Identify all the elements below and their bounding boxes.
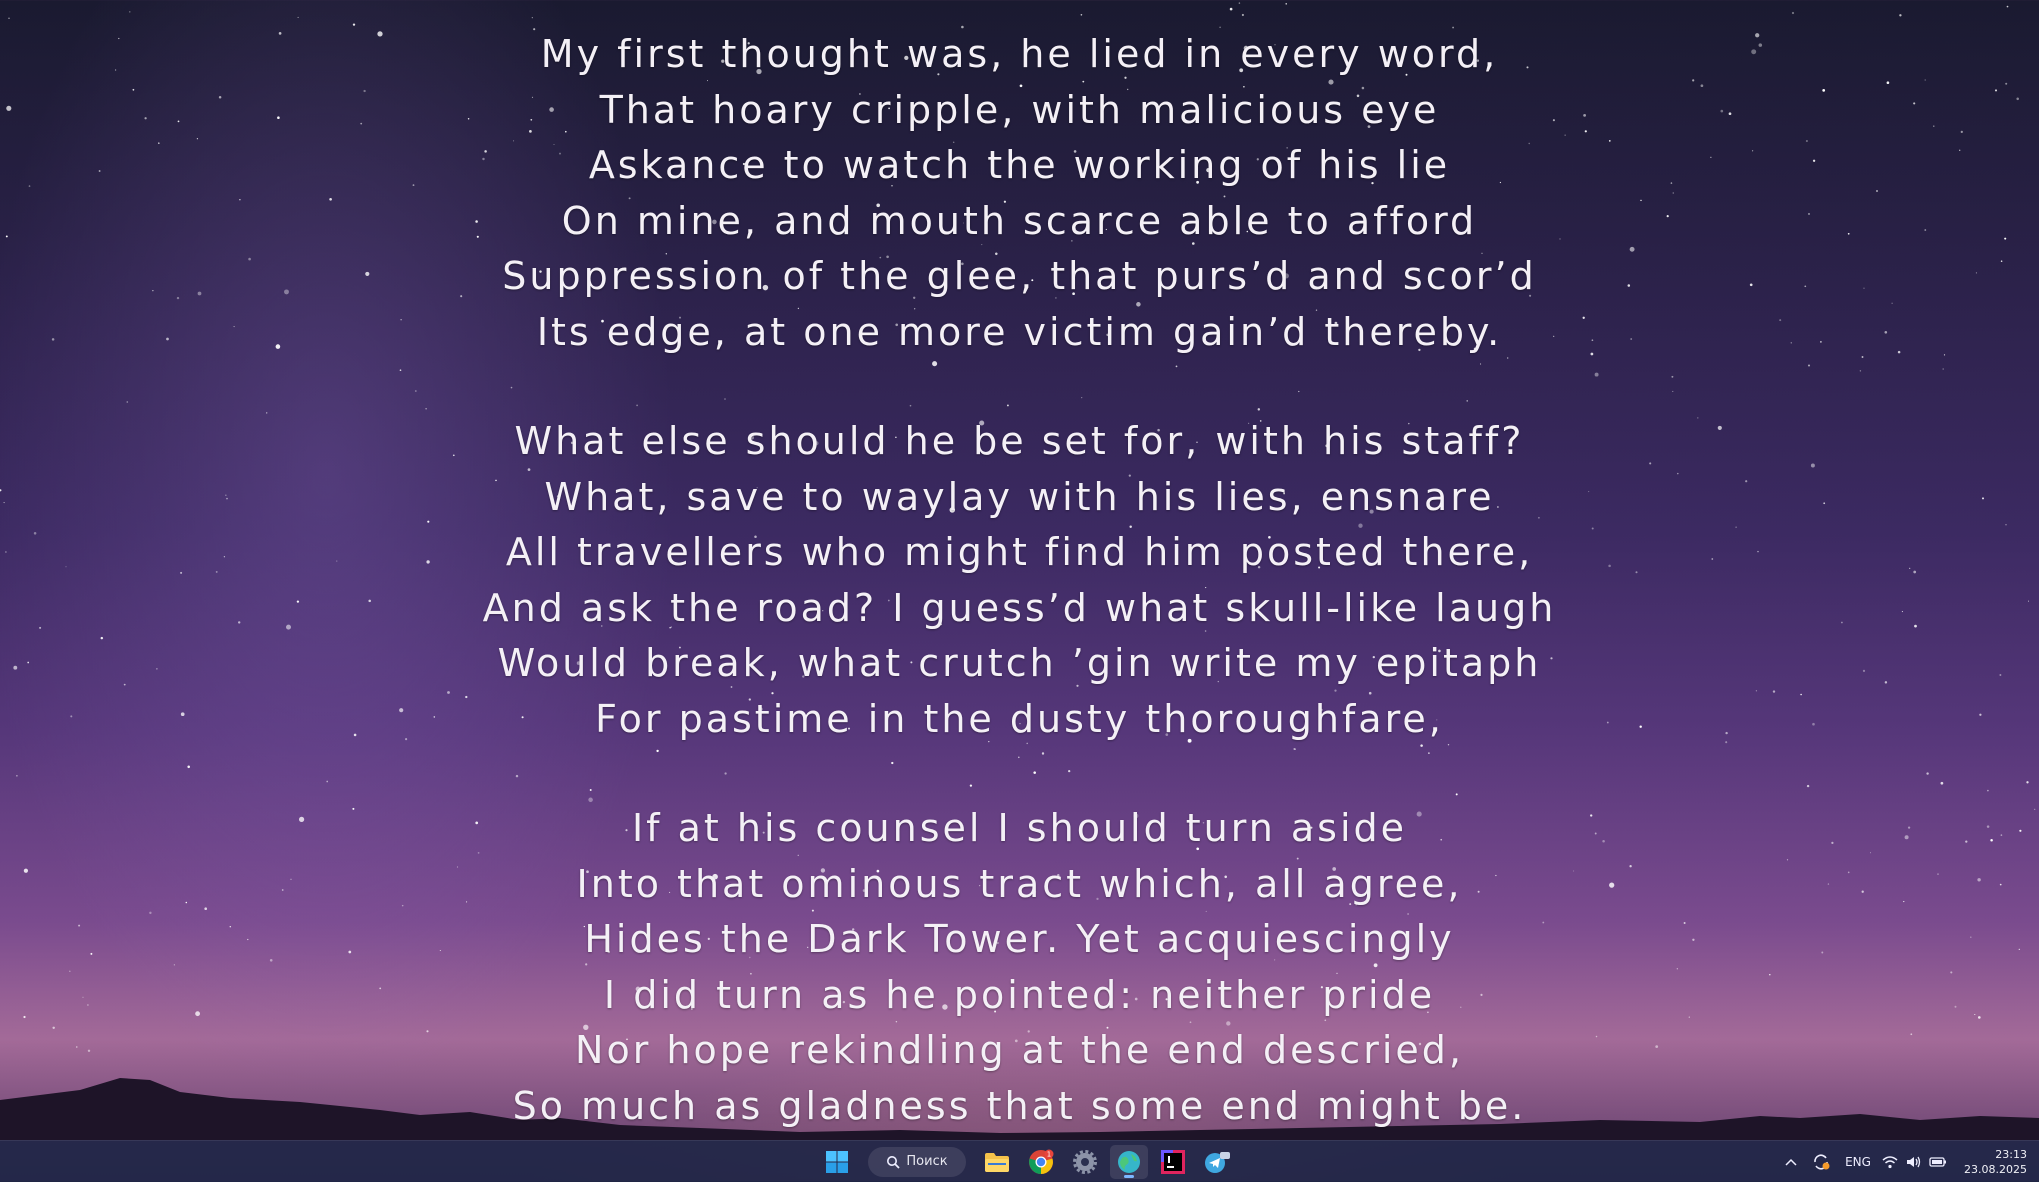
jetbrains-button[interactable] (1154, 1145, 1192, 1179)
stanza-1: My first thought was, he lied in every w… (0, 27, 2039, 360)
poem-line: What, save to waylay with his lies, ensn… (544, 474, 1495, 519)
browser-button[interactable] (1110, 1144, 1148, 1179)
clock-date: 23.08.2025 (1964, 1162, 2027, 1176)
windows-logo-icon (826, 1150, 848, 1173)
poem-line: All travellers who might find him posted… (505, 530, 1534, 574)
stanza-2: What else should he be set for, with his… (0, 414, 2039, 747)
poem-text: My first thought was, he lied in every w… (0, 0, 2039, 1140)
poem-line: My first thought was, he lied in every w… (540, 32, 1499, 76)
poem-line: If at his counsel I should turn aside (631, 806, 1408, 850)
poem-line: For pastime in the dusty thoroughfare, (595, 696, 1444, 741)
telegram-icon (1205, 1151, 1230, 1173)
language-indicator[interactable]: ENG (1838, 1155, 1878, 1169)
system-tray: ENG 23:13 23.08.2025 (1778, 1141, 2039, 1182)
clock-time: 23:13 (1995, 1147, 2027, 1161)
poem-line: Would break, what crutch ’gin write my e… (497, 641, 1542, 685)
chrome-badge: 1 (1047, 1150, 1051, 1158)
taskbar: Поиск 1 ENG 23:13 23.08.2025 (0, 1140, 2039, 1182)
stanza-3: If at his counsel I should turn aside In… (0, 801, 2039, 1134)
poem-line: Suppression of the glee, that purs’d and… (502, 254, 1537, 298)
gear-icon (1073, 1149, 1097, 1174)
poem-line: Nor hope rekindling at the end descried, (575, 1028, 1464, 1072)
chrome-icon: 1 (1029, 1149, 1054, 1174)
poem-line: Its edge, at one more victim gain’d ther… (536, 309, 1503, 354)
wifi-icon[interactable] (1878, 1155, 1902, 1169)
poem-line: Hides the Dark Tower. Yet acquiescingly (584, 917, 1455, 961)
poem-line: I did turn as he pointed: neither pride (603, 972, 1436, 1017)
poem-line: That hoary cripple, with malicious eye (599, 87, 1440, 132)
search-icon (887, 1155, 901, 1169)
folder-icon (985, 1152, 1009, 1172)
poem-line: What else should he be set for, with his… (514, 419, 1525, 463)
poem-line: So much as gladness that some end might … (512, 1083, 1527, 1128)
chevron-up-icon[interactable] (1778, 1158, 1804, 1166)
file-explorer-button[interactable] (978, 1145, 1016, 1179)
battery-icon[interactable] (1926, 1156, 1950, 1168)
clock[interactable]: 23:13 23.08.2025 (1964, 1147, 2027, 1177)
chrome-button[interactable]: 1 (1022, 1145, 1060, 1179)
poem-line: On mine, and mouth scarce able to afford (561, 198, 1478, 243)
poem-line: Askance to watch the working of his lie (588, 143, 1451, 187)
taskbar-apps: Поиск 1 (818, 1141, 1236, 1182)
settings-button[interactable] (1066, 1145, 1104, 1179)
poem-line: And ask the road? I guess’d what skull-l… (482, 585, 1557, 630)
volume-icon[interactable] (1902, 1155, 1926, 1169)
start-button[interactable] (818, 1145, 856, 1179)
taskbar-search-button[interactable]: Поиск (868, 1146, 966, 1177)
globe-icon (1118, 1150, 1140, 1173)
sync-icon[interactable] (1804, 1153, 1838, 1171)
telegram-button[interactable] (1198, 1145, 1236, 1179)
ide-icon (1161, 1149, 1185, 1174)
search-label: Поиск (906, 1154, 948, 1169)
poem-line: Into that ominous tract which, all agree… (576, 861, 1463, 906)
